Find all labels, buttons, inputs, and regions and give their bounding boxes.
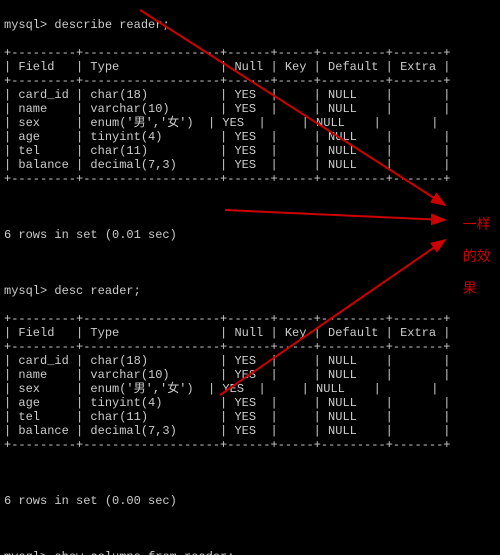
- terminal-window: mysql> describe reader; +---------+-----…: [0, 0, 500, 555]
- table-row: | age | tinyint(4) | YES | | NULL | |: [4, 130, 500, 144]
- annotation-line-3: 果: [463, 280, 477, 296]
- table-row: | sex | enum('男','女') | YES | | NULL | |: [4, 116, 500, 130]
- timing-2: 6 rows in set (0.00 sec): [4, 494, 500, 508]
- prompt-line-2[interactable]: mysql> desc reader;: [4, 284, 500, 298]
- table-border: +---------+-------------------+------+--…: [4, 438, 500, 452]
- command: desc reader;: [47, 284, 141, 298]
- prompt-line-3[interactable]: mysql> show columns from reader;: [4, 550, 500, 555]
- table-row: | card_id | char(18) | YES | | NULL | |: [4, 354, 500, 368]
- annotation-line-1: 一样: [463, 216, 491, 232]
- command: show columns from reader;: [47, 550, 234, 555]
- table-row: | balance | decimal(7,3) | YES | | NULL …: [4, 158, 500, 172]
- table-header: | Field | Type | Null | Key | Default | …: [4, 326, 500, 340]
- annotation-line-2: 的效: [463, 248, 491, 264]
- timing-1: 6 rows in set (0.01 sec): [4, 228, 500, 242]
- table-row: | tel | char(11) | YES | | NULL | |: [4, 144, 500, 158]
- table-row: | sex | enum('男','女') | YES | | NULL | |: [4, 382, 500, 396]
- annotation-text: 一样 的效 果: [455, 200, 491, 296]
- prompt: mysql>: [4, 284, 47, 298]
- table-row: | name | varchar(10) | YES | | NULL | |: [4, 102, 500, 116]
- table-border: +---------+-------------------+------+--…: [4, 46, 500, 60]
- prompt: mysql>: [4, 550, 47, 555]
- table-header: | Field | Type | Null | Key | Default | …: [4, 60, 500, 74]
- command: describe reader;: [47, 18, 169, 32]
- table-border: +---------+-------------------+------+--…: [4, 74, 500, 88]
- table-border: +---------+-------------------+------+--…: [4, 172, 500, 186]
- prompt-line-1[interactable]: mysql> describe reader;: [4, 18, 500, 32]
- table-row: | card_id | char(18) | YES | | NULL | |: [4, 88, 500, 102]
- table-row: | balance | decimal(7,3) | YES | | NULL …: [4, 424, 500, 438]
- table-border: +---------+-------------------+------+--…: [4, 312, 500, 326]
- table-row: | name | varchar(10) | YES | | NULL | |: [4, 368, 500, 382]
- prompt: mysql>: [4, 18, 47, 32]
- table-row: | age | tinyint(4) | YES | | NULL | |: [4, 396, 500, 410]
- table-row: | tel | char(11) | YES | | NULL | |: [4, 410, 500, 424]
- table-border: +---------+-------------------+------+--…: [4, 340, 500, 354]
